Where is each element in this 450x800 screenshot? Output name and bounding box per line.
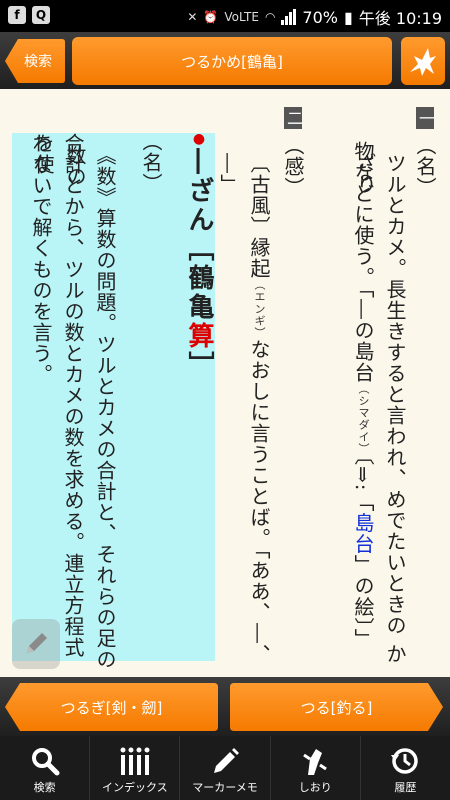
sense-1-marker: 一 xyxy=(416,107,435,129)
search-icon xyxy=(31,748,60,776)
previous-entry-label: つるぎ[剣・劒] xyxy=(60,698,163,717)
wifi-icon: ◠ xyxy=(264,10,276,24)
app-notification-icon: Q xyxy=(32,6,50,24)
previous-entry-button[interactable]: つるぎ[剣・劒] xyxy=(4,682,219,732)
pencil-icon xyxy=(27,633,47,653)
tab-history-label: 履歴 xyxy=(394,781,417,794)
tab-history[interactable]: 履歴 xyxy=(361,736,450,800)
sense-1-line-2: 物などに使う。「―の島台（シマダイ）〔⇒:「島台」の絵〕」 xyxy=(348,141,378,650)
sense-2-pos: （感） xyxy=(281,135,305,198)
app-logo-button[interactable] xyxy=(401,37,445,85)
entry-title-bar: つるかめ[鶴亀] xyxy=(72,37,392,85)
sub-headword-red-char: 算 xyxy=(184,322,214,351)
sense-1-reading: （シマダイ） xyxy=(357,383,370,455)
back-to-search-button[interactable]: 検索 xyxy=(4,37,66,85)
tab-bookmark-label: しおり xyxy=(298,781,332,794)
shimadai-link[interactable]: 島台 xyxy=(351,513,375,555)
tab-search-label: 検索 xyxy=(33,781,56,794)
status-bar: f Q ✕ ⏰ VoLTE ◠ 70% ▮ 午後 10:19 xyxy=(0,0,450,32)
tab-index[interactable]: インデックス xyxy=(90,736,181,800)
sense-2-marker: 二 xyxy=(284,107,303,129)
sub-entry-headword: ●―ざん［鶴亀算］ xyxy=(184,131,214,380)
battery-percent: 70% xyxy=(302,7,338,27)
crane-logo-icon xyxy=(410,48,436,76)
tab-marker-memo-label: マーカーメモ xyxy=(192,781,258,794)
clock: 午後 10:19 xyxy=(358,9,442,28)
tab-search[interactable]: 検索 xyxy=(0,736,91,800)
dictionary-entry-area: 一（名） ツルとカメ。長生きすると言われ、めでたいときの かざり 物などに使う。… xyxy=(0,89,450,677)
index-icon xyxy=(120,747,150,775)
sense-2-text-a: 〔古風〕縁起 xyxy=(247,153,271,279)
sub-entry-dot: ● xyxy=(191,131,207,148)
sense-1-text-c: 」の絵〕」 xyxy=(351,554,375,650)
battery-icon: ▮ xyxy=(343,7,353,27)
bookmark-icon xyxy=(303,749,328,775)
back-to-search-label: 検索 xyxy=(24,54,52,70)
marker-pen-toggle-button[interactable] xyxy=(12,619,60,669)
sense-1-text-a: 物などに使う。「―の島台 xyxy=(351,141,375,383)
sub-headword-kana: ―ざん xyxy=(184,148,214,235)
sub-entry-line-3: わないで解くものを言う。 xyxy=(29,133,53,385)
app-header: 検索 つるかめ[鶴亀] xyxy=(0,32,450,89)
sub-headword-close: ］ xyxy=(184,351,214,380)
history-icon xyxy=(391,748,419,774)
sense-2-reading: （エンギ） xyxy=(253,279,266,339)
marker-pen-icon xyxy=(214,748,239,773)
sense-2-marker-column: 二 （感） xyxy=(278,107,308,198)
sub-entry-pos: （名） xyxy=(139,131,163,194)
signal-icon xyxy=(281,9,297,25)
sense-1-text-b: 〔⇒:「 xyxy=(351,455,375,513)
sub-headword-kanji: ［鶴亀 xyxy=(184,235,214,322)
tab-marker-memo[interactable]: マーカーメモ xyxy=(180,736,271,800)
next-entry-button[interactable]: つる[釣る] xyxy=(229,682,444,732)
entry-navigation-bar: つるぎ[剣・劒] つる[釣る] xyxy=(0,677,450,736)
sense-2-line: 〔古風〕縁起（エンギ）なおしに言うことば。「ああ、―、―」 xyxy=(214,153,274,677)
sense-1-pos: （名） xyxy=(413,135,437,198)
mute-icon: ✕ xyxy=(187,10,198,24)
sense-1-marker-column: 一 （名） xyxy=(410,107,440,198)
alarm-icon: ⏰ xyxy=(203,10,219,24)
lte-indicator: VoLTE xyxy=(224,10,259,24)
tab-index-label: インデックス xyxy=(101,781,168,794)
bottom-tab-bar: 検索 インデックス マーカーメモ しおり 履歴 xyxy=(0,736,450,800)
next-entry-label: つる[釣る] xyxy=(300,698,373,717)
tab-bookmark[interactable]: しおり xyxy=(271,736,361,800)
facebook-icon: f xyxy=(8,6,26,24)
